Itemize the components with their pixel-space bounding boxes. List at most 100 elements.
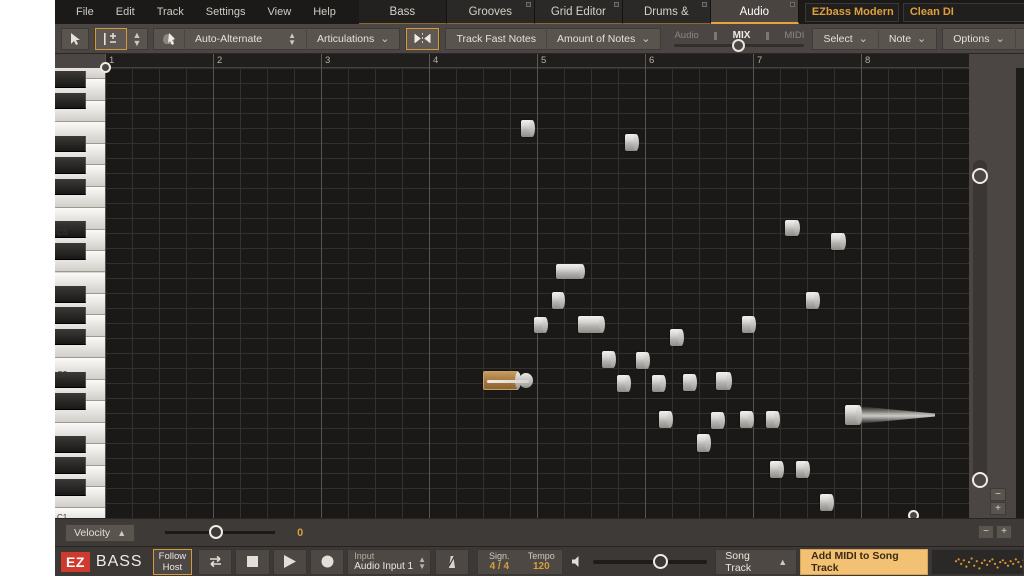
menu-track[interactable]: Track xyxy=(146,0,195,24)
metronome-button[interactable] xyxy=(435,548,470,575)
note-block[interactable] xyxy=(636,352,650,369)
menu-settings[interactable]: Settings xyxy=(195,0,257,24)
mix-slider-knob[interactable] xyxy=(732,39,746,52)
velocity-slider-track[interactable] xyxy=(165,525,276,539)
piano-black-key[interactable] xyxy=(55,157,86,174)
amount-of-notes-menu[interactable]: Amount of Notes xyxy=(547,28,660,50)
scroll-handle-top[interactable] xyxy=(972,168,988,184)
note-block[interactable] xyxy=(740,411,754,428)
key-label-C1: C1 xyxy=(57,513,68,519)
piano-black-key[interactable] xyxy=(55,71,86,89)
velocity-slider-knob[interactable] xyxy=(209,525,224,539)
hzoom-out-button[interactable]: − xyxy=(978,525,994,539)
input-selector[interactable]: Input Audio Input 1 ▲ ▼ xyxy=(347,548,432,575)
menu-help[interactable]: Help xyxy=(302,0,347,24)
note-block[interactable] xyxy=(602,351,616,368)
note-block[interactable] xyxy=(521,120,535,137)
preset-selector[interactable]: EZbass Modern ▲▼ xyxy=(804,2,916,22)
options-menu[interactable]: Options xyxy=(943,27,1016,50)
zoom-in-button[interactable]: + xyxy=(990,502,1006,515)
note-block[interactable] xyxy=(796,461,810,478)
add-midi-to-song-track-button[interactable]: Add MIDI to Song Track xyxy=(800,548,928,575)
scroll-track[interactable] xyxy=(973,160,987,480)
track-fast-notes-button[interactable]: Track Fast Notes xyxy=(446,27,548,50)
tempo-field[interactable]: Tempo 120 xyxy=(520,550,562,574)
bar-ruler[interactable]: 12345678 xyxy=(105,54,969,68)
loop-button[interactable] xyxy=(198,548,233,575)
velocity-lane-toggle[interactable]: Velocity ▲ xyxy=(65,523,136,542)
pointer-tool-button[interactable] xyxy=(62,28,88,50)
select-menu[interactable]: Select xyxy=(813,27,879,50)
tab-grooves[interactable]: Grooves xyxy=(446,0,535,24)
volume-slider-track[interactable] xyxy=(593,553,708,569)
note-block[interactable] xyxy=(845,405,862,425)
piano-black-key[interactable] xyxy=(55,242,86,260)
note-block[interactable] xyxy=(770,461,784,478)
piano-black-key[interactable] xyxy=(55,435,86,453)
note-edit-tool-button[interactable] xyxy=(95,27,127,50)
tab-bass[interactable]: Bass xyxy=(358,0,447,24)
note-block[interactable] xyxy=(556,264,585,279)
articulations-menu[interactable]: Articulations xyxy=(307,28,399,50)
menu-view[interactable]: View xyxy=(257,0,303,24)
note-block[interactable] xyxy=(683,374,697,391)
stroke-mode-select[interactable]: Auto-Alternate ▲ ▼ xyxy=(185,27,308,50)
menu-file[interactable]: File xyxy=(65,0,105,24)
piano-black-key[interactable] xyxy=(55,328,86,346)
piano-black-key[interactable] xyxy=(55,178,86,196)
hzoom-in-button[interactable]: + xyxy=(996,525,1012,539)
tone-selector[interactable]: Clean DI ▲▼ xyxy=(902,2,1024,22)
note-block[interactable] xyxy=(831,233,846,250)
signature-field[interactable]: Sign. 4 / 4 xyxy=(478,550,520,574)
tab-grid-editor[interactable]: Grid Editor xyxy=(534,0,623,24)
note-block[interactable] xyxy=(670,329,684,346)
note-block[interactable] xyxy=(578,316,605,333)
piano-black-key[interactable] xyxy=(55,478,86,496)
note-block[interactable] xyxy=(785,220,800,236)
note-block[interactable] xyxy=(711,412,725,429)
piano-black-key[interactable] xyxy=(55,393,86,410)
tab-audio-tracker[interactable]: Audio Tracker xyxy=(710,0,799,42)
loop-start-handle[interactable] xyxy=(100,62,111,73)
audio-midi-mix-slider[interactable]: Audio MIX MIDI xyxy=(674,30,805,52)
play-button[interactable] xyxy=(272,548,307,575)
hand-tool-button[interactable] xyxy=(154,27,185,50)
note-menu[interactable]: Note xyxy=(879,28,936,50)
song-track-button[interactable]: Song Track ▲ xyxy=(715,548,798,575)
note-block[interactable] xyxy=(716,372,732,390)
record-button[interactable] xyxy=(309,548,345,575)
note-grid[interactable] xyxy=(105,68,969,518)
piano-black-key[interactable] xyxy=(55,307,86,324)
tab-drums-keys[interactable]: Drums & Keys xyxy=(622,0,711,42)
volume-slider-knob[interactable] xyxy=(653,553,669,569)
note-block[interactable] xyxy=(652,375,666,392)
piano-black-key[interactable] xyxy=(55,92,86,110)
nudge-stepper[interactable]: ▲ ▼ xyxy=(127,28,147,50)
piano-black-key[interactable] xyxy=(55,135,86,153)
note-block[interactable] xyxy=(534,317,548,333)
scroll-handle-bottom[interactable] xyxy=(972,472,988,488)
vertical-scrollbar[interactable]: − + xyxy=(969,68,1016,518)
note-cap xyxy=(774,411,780,428)
new-session-button[interactable]: New Session... xyxy=(1016,28,1024,50)
note-block[interactable] xyxy=(659,411,673,428)
piano-black-key[interactable] xyxy=(55,457,86,475)
note-block[interactable] xyxy=(625,134,639,151)
mix-slider-track[interactable] xyxy=(674,39,805,52)
note-block[interactable] xyxy=(806,292,820,309)
stop-button[interactable] xyxy=(235,548,270,575)
piano-black-key[interactable] xyxy=(55,285,86,303)
follow-host-button[interactable]: Follow Host xyxy=(152,548,193,575)
note-block[interactable] xyxy=(617,375,631,392)
note-block[interactable] xyxy=(552,292,565,309)
piano-keyboard[interactable]: C3 C2 C1 xyxy=(55,68,105,518)
snap-to-grid-button[interactable] xyxy=(406,27,440,50)
note-block[interactable] xyxy=(742,316,756,333)
note-block[interactable] xyxy=(766,411,780,428)
menu-edit[interactable]: Edit xyxy=(105,0,146,24)
zoom-out-button[interactable]: − xyxy=(990,488,1006,501)
note-block[interactable] xyxy=(820,494,834,511)
speaker-icon[interactable] xyxy=(571,555,585,568)
grid-beat-line xyxy=(132,68,133,518)
note-block[interactable] xyxy=(697,434,711,452)
